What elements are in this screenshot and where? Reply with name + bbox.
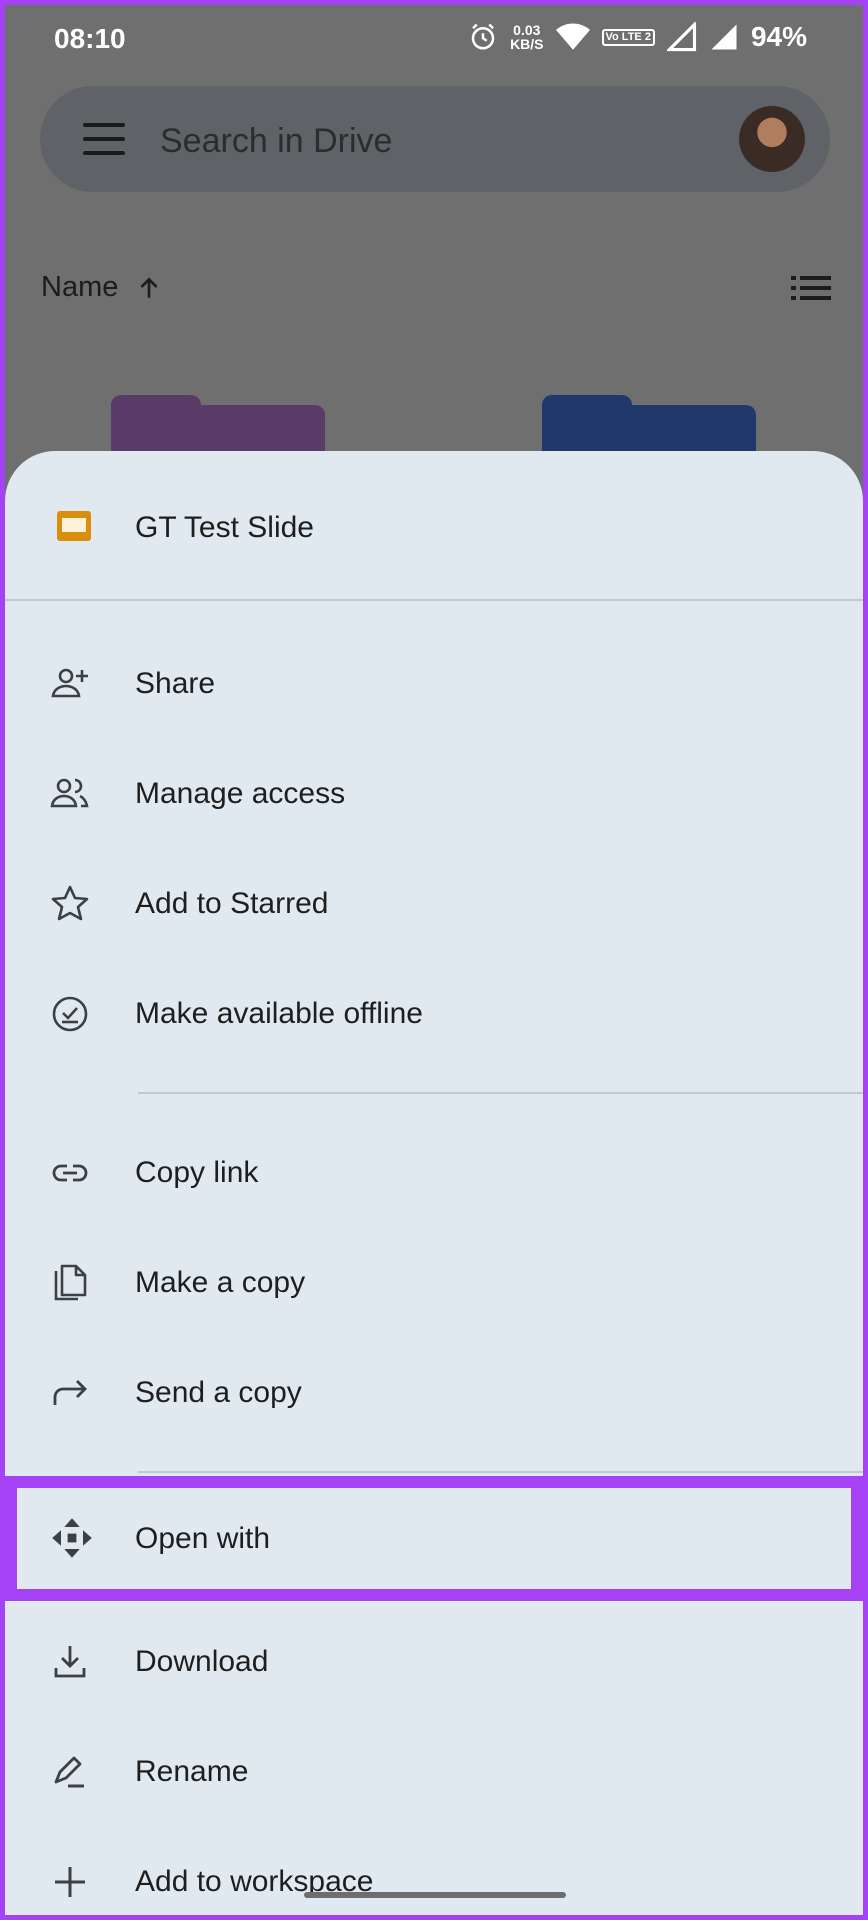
battery-percent: 94% [750, 21, 807, 52]
divider [5, 599, 863, 601]
status-icons: 0.03 KB/S Vo LTE 2 94% [468, 21, 807, 53]
screenshot-frame: 08:10 0.03 KB/S Vo LTE 2 94% Search in D… [0, 0, 868, 1920]
menu-item-label: Open with [135, 1522, 271, 1555]
highlight-frame: Open with [5, 1476, 863, 1601]
menu-item-add-to-starred[interactable]: Add to Starred [5, 849, 863, 959]
download-icon [54, 1646, 86, 1678]
offline-check-icon [52, 996, 88, 1032]
sheet-header: GT Test Slide [5, 451, 863, 601]
menu-item-make-a-copy[interactable]: Make a copy [5, 1228, 863, 1338]
net-speed-unit: KB/S [510, 36, 544, 52]
net-speed-value: 0.03 [513, 22, 541, 38]
menu-item-label: Copy link [135, 1156, 259, 1189]
divider [138, 1471, 863, 1473]
alarm-icon [471, 23, 495, 50]
arrow-up-icon [140, 276, 158, 298]
rename-pencil-icon [54, 1756, 84, 1788]
star-icon [51, 885, 89, 921]
net-speed: 0.03 KB/S [510, 23, 543, 51]
file-name: GT Test Slide [135, 511, 314, 544]
slides-icon [57, 511, 91, 541]
menu-item-send-a-copy[interactable]: Send a copy [5, 1338, 863, 1448]
menu-item-label: Add to Starred [135, 887, 329, 920]
menu-item-share[interactable]: Share [5, 629, 863, 739]
menu-item-manage-access[interactable]: Manage access [5, 739, 863, 849]
copy-icon [54, 1264, 87, 1301]
hamburger-menu-icon[interactable] [83, 123, 125, 155]
menu-item-label: Share [135, 667, 216, 700]
link-icon [52, 1164, 88, 1182]
menu-item-rename[interactable]: Rename [5, 1717, 863, 1827]
search-bar[interactable]: Search in Drive [40, 86, 830, 192]
wifi-icon [555, 23, 590, 50]
plus-icon [55, 1867, 85, 1897]
search-placeholder[interactable]: Search in Drive [160, 122, 392, 161]
list-view-icon[interactable] [791, 273, 831, 303]
home-indicator[interactable] [304, 1892, 566, 1898]
menu-item-label: Rename [135, 1755, 249, 1788]
menu-item-label: Manage access [135, 777, 346, 810]
open-with-icon [52, 1518, 92, 1558]
status-time: 08:10 [54, 23, 126, 54]
menu-item-label: Make a copy [135, 1266, 306, 1299]
sort-control[interactable]: Name [41, 271, 162, 304]
bottom-sheet: GT Test Slide Share Manage access Add to… [5, 451, 863, 1915]
menu-item-open-with[interactable]: Open with [17, 1488, 851, 1589]
menu-item-label: Send a copy [135, 1376, 302, 1409]
signal-icon-1 [666, 22, 697, 52]
people-icon [50, 778, 89, 808]
person-add-icon [51, 668, 88, 698]
sort-label: Name [41, 271, 119, 303]
menu-item-label: Make available offline [135, 997, 423, 1030]
status-bar: 08:10 0.03 KB/S Vo LTE 2 94% [5, 5, 863, 75]
forward-arrow-icon [53, 1380, 87, 1405]
divider [138, 1092, 863, 1094]
signal-icon-2 [711, 24, 737, 50]
screen: 08:10 0.03 KB/S Vo LTE 2 94% Search in D… [5, 5, 863, 1915]
menu-item-copy-link[interactable]: Copy link [5, 1118, 863, 1228]
menu-item-label: Download [135, 1645, 269, 1678]
menu-item-add-to-workspace[interactable]: Add to workspace [5, 1827, 863, 1915]
avatar[interactable] [739, 106, 805, 172]
menu-item-make-available-offline[interactable]: Make available offline [5, 959, 863, 1069]
menu-item-download[interactable]: Download [5, 1607, 863, 1717]
volte-badge: Vo LTE 2 [601, 28, 655, 46]
